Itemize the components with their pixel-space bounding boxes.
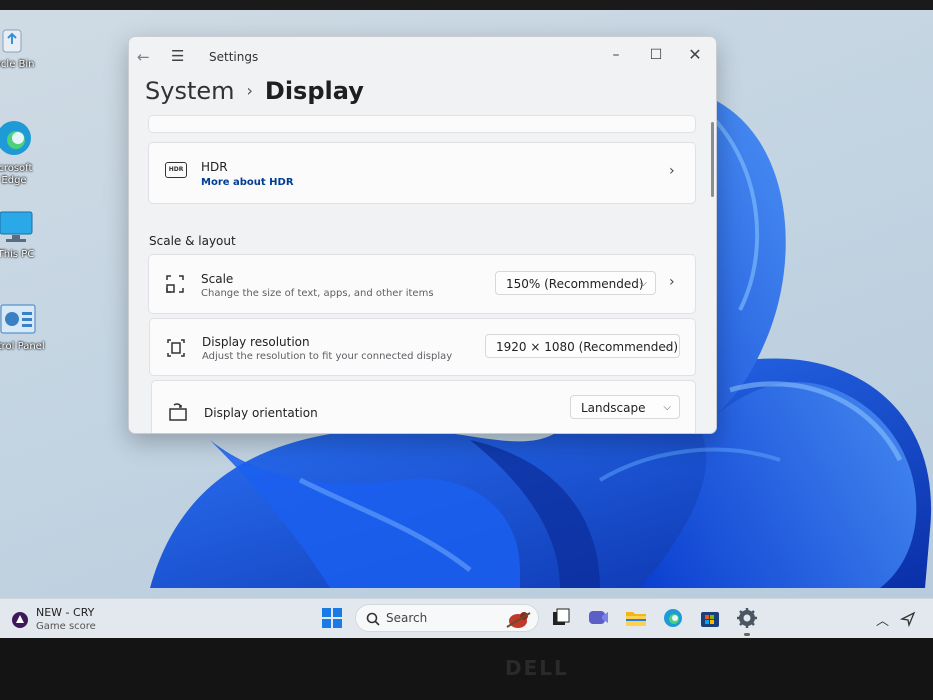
title-bar[interactable]: ← ☰ Settings – ☐ ✕	[129, 37, 716, 77]
display-resolution-value: 1920 × 1080 (Recommended)	[496, 340, 679, 354]
desktop-icon-label: icrosoft Edge	[0, 163, 33, 186]
display-orientation-card[interactable]: Display orientation Landscape ⌵	[151, 380, 696, 433]
maximize-button[interactable]: ☐	[641, 43, 671, 67]
breadcrumb-system[interactable]: System	[145, 77, 235, 105]
back-arrow-icon[interactable]: ←	[137, 48, 150, 66]
monitor-brand-logo: DELL	[505, 656, 569, 680]
taskbar-search-box[interactable]: Search	[355, 604, 539, 632]
close-button[interactable]: ✕	[680, 43, 710, 67]
widget-title: NEW - CRY	[36, 606, 95, 619]
section-title: Scale & layout	[149, 234, 236, 248]
chevron-right-icon: ›	[669, 163, 675, 179]
desktop-icon-label: cycle Bin	[0, 59, 35, 70]
scrollbar[interactable]	[711, 122, 714, 197]
monitor-bezel-top	[0, 0, 933, 10]
scale-card[interactable]: Scale Change the size of text, apps, and…	[148, 254, 696, 314]
scale-value: 150% (Recommended)	[506, 277, 644, 291]
desktop: cycle Bin icrosoft Edge This PC ntrol Pa…	[0, 10, 933, 638]
minimize-button[interactable]: –	[601, 43, 631, 67]
display-orientation-value: Landscape	[581, 401, 646, 415]
premier-league-icon	[12, 612, 28, 628]
microsoft-store-icon[interactable]	[699, 607, 721, 629]
scale-dropdown[interactable]: 150% (Recommended) ⌵	[495, 271, 656, 295]
settings-gear-icon[interactable]	[736, 607, 758, 629]
display-orientation-title: Display orientation	[204, 406, 318, 420]
display-resolution-title: Display resolution	[202, 335, 310, 349]
chevron-down-icon: ⌵	[663, 341, 671, 352]
display-resolution-dropdown[interactable]: 1920 × 1080 (Recommended) ⌵	[485, 334, 680, 358]
desktop-icon-edge[interactable]: icrosoft Edge	[0, 118, 44, 187]
recycle-bin-icon	[2, 29, 22, 53]
desktop-icon-label: ntrol Panel	[0, 341, 45, 352]
hdr-link[interactable]: More about HDR	[201, 177, 294, 188]
scale-subtitle: Change the size of text, apps, and other…	[201, 288, 434, 299]
scale-title: Scale	[201, 272, 234, 286]
search-label: Search	[386, 611, 428, 625]
settings-window: ← ☰ Settings – ☐ ✕ System › Display HDR HD…	[128, 36, 717, 434]
widget-subtitle: Game score	[36, 621, 96, 632]
desktop-icon-this-pc[interactable]: This PC	[0, 210, 46, 261]
control-panel-icon	[0, 304, 36, 334]
chevron-up-icon[interactable]: ︿	[876, 610, 889, 629]
search-highlight-bird-icon	[506, 612, 531, 628]
location-arrow-icon[interactable]	[900, 611, 916, 627]
monitor-icon	[0, 211, 33, 242]
display-orientation-dropdown[interactable]: Landscape ⌵	[570, 395, 680, 419]
desktop-icon-control-panel[interactable]: ntrol Panel	[0, 302, 48, 353]
edge-icon[interactable]	[662, 607, 684, 629]
monitor-bezel-bottom	[0, 638, 933, 700]
hamburger-menu-icon[interactable]: ☰	[171, 47, 184, 65]
breadcrumb-separator: ›	[246, 81, 253, 100]
display-resolution-subtitle: Adjust the resolution to fit your connec…	[202, 351, 453, 362]
display-orientation-icon	[169, 403, 187, 421]
file-explorer-icon[interactable]	[625, 607, 647, 629]
chevron-down-icon: ⌵	[639, 278, 647, 289]
previous-setting-card[interactable]	[148, 115, 696, 133]
hdr-title: HDR	[201, 160, 228, 174]
desktop-icon-label: This PC	[0, 249, 35, 260]
chevron-right-icon[interactable]: ›	[669, 274, 675, 290]
news-widget[interactable]: NEW - CRY Game score	[10, 603, 130, 635]
edge-icon	[0, 121, 31, 155]
search-icon	[366, 612, 380, 626]
start-button[interactable]	[321, 607, 343, 629]
app-title: Settings	[209, 50, 259, 64]
settings-content: HDR HDR More about HDR › Scale & layout …	[129, 115, 716, 433]
desktop-icon-recycle-bin[interactable]: cycle Bin	[0, 26, 42, 71]
active-app-indicator	[744, 633, 750, 636]
taskbar: NEW - CRY Game score Search ︿	[0, 598, 933, 638]
breadcrumb-display: Display	[264, 77, 364, 105]
teams-chat-icon[interactable]	[587, 607, 609, 629]
display-resolution-card[interactable]: Display resolution Adjust the resolution…	[149, 318, 696, 376]
breadcrumb: System › Display	[145, 77, 364, 113]
scale-icon	[166, 275, 184, 293]
chevron-down-icon: ⌵	[663, 402, 671, 413]
display-resolution-icon	[167, 339, 185, 357]
task-view-icon[interactable]	[550, 607, 572, 629]
hdr-card[interactable]: HDR HDR More about HDR ›	[148, 142, 696, 204]
hdr-icon: HDR	[165, 162, 187, 178]
